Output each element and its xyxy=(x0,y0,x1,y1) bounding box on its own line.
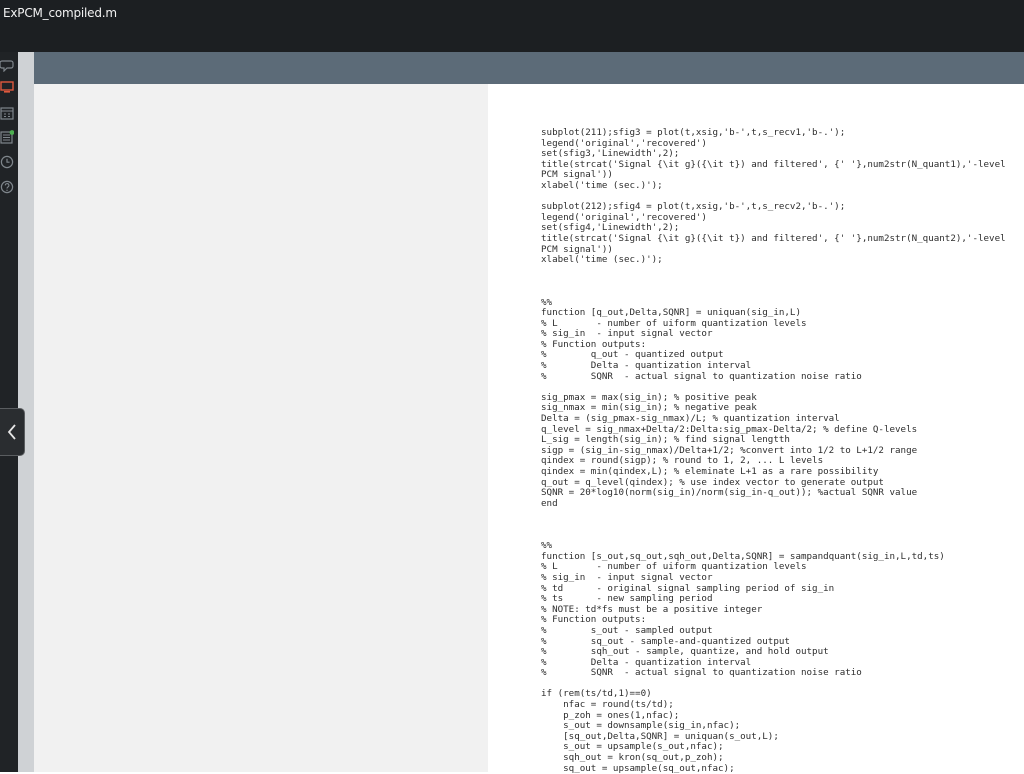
title-bar: ExPCM_compiled.m xyxy=(0,0,1024,52)
viewer-background xyxy=(34,84,488,772)
list-icon[interactable] xyxy=(0,130,14,144)
code-line: % SQNR - actual signal to quantization n… xyxy=(541,370,862,382)
code-line: % s_out - sampled output xyxy=(541,624,713,636)
code-line: title(strcat('Signal {\it g}({\it t}) an… xyxy=(541,158,1006,170)
code-line: sq_out = upsample(sq_out,nfac); xyxy=(541,762,735,774)
code-line: % SQNR - actual signal to quantization n… xyxy=(541,667,862,679)
chat-icon[interactable] xyxy=(0,58,14,72)
document-toolbar xyxy=(34,52,1024,84)
code-line: SQNR = 20*log10(norm(sig_in)/norm(sig_in… xyxy=(541,487,918,499)
collapse-panel-button[interactable] xyxy=(0,408,25,456)
help-icon[interactable] xyxy=(0,180,14,194)
code-line: title(strcat('Signal {\it g}({\it t}) an… xyxy=(541,232,1006,244)
code-line: xlabel('time (sec.)'); xyxy=(541,254,663,266)
code-line: % sig_in - input signal vector xyxy=(541,571,713,583)
screen-icon[interactable] xyxy=(0,80,14,94)
code-listing: subplot(211);sfig3 = plot(t,xsig,'b-',t,… xyxy=(541,127,1021,774)
code-line: xlabel('time (sec.)'); xyxy=(541,179,663,191)
code-line: qindex = min(qindex,L); % eleminate L+1 … xyxy=(541,466,879,477)
calendar-icon[interactable] xyxy=(0,106,14,120)
clock-icon[interactable] xyxy=(0,155,14,169)
chevron-left-icon xyxy=(7,424,16,440)
code-line: subplot(211);sfig3 = plot(t,xsig,'b-',t,… xyxy=(541,127,846,138)
code-line: end xyxy=(541,497,558,509)
window-title: ExPCM_compiled.m xyxy=(3,6,117,20)
